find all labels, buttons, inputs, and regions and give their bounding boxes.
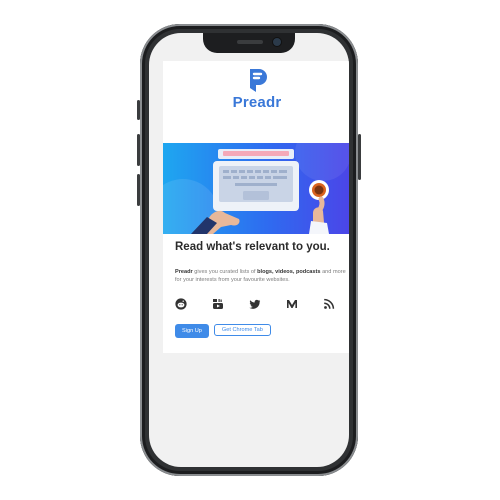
get-chrome-tab-button[interactable]: Get Chrome Tab [213, 324, 271, 336]
brand-logo[interactable]: Preadr [219, 61, 295, 115]
power-button [358, 134, 361, 180]
twitter-icon[interactable] [249, 298, 261, 310]
rss-icon[interactable] [323, 298, 335, 310]
description-part1: gives you curated lists of [192, 269, 258, 275]
laptop-coffee-illustration [163, 143, 349, 234]
volume-up-button [137, 134, 140, 166]
headline: Read what's relevant to you. [175, 241, 330, 253]
medium-icon[interactable] [286, 298, 298, 310]
description-highlight: blogs, videos, podcasts [257, 269, 321, 275]
mute-switch [137, 100, 140, 120]
preadr-logo-icon [250, 69, 267, 92]
speaker [237, 40, 263, 44]
sign-up-button[interactable]: Sign Up [175, 324, 209, 338]
phone-frame: Preadr Read what's relevant to you. Prea… [137, 24, 361, 476]
youtube-icon[interactable] [212, 298, 224, 310]
volume-down-button [137, 174, 140, 206]
description-brand: Preadr [175, 269, 193, 275]
phone-screen: Preadr Read what's relevant to you. Prea… [149, 33, 349, 467]
hero-illustration [163, 143, 349, 234]
landing-page: Preadr Read what's relevant to you. Prea… [163, 61, 349, 353]
front-camera [273, 38, 281, 46]
brand-name: Preadr [232, 94, 282, 111]
notch [203, 33, 295, 53]
description: Preadr gives you curated lists of blogs,… [175, 268, 347, 284]
reddit-icon[interactable] [175, 298, 187, 310]
cta-row: Sign Up Get Chrome Tab [175, 324, 271, 340]
social-icons [175, 297, 335, 311]
